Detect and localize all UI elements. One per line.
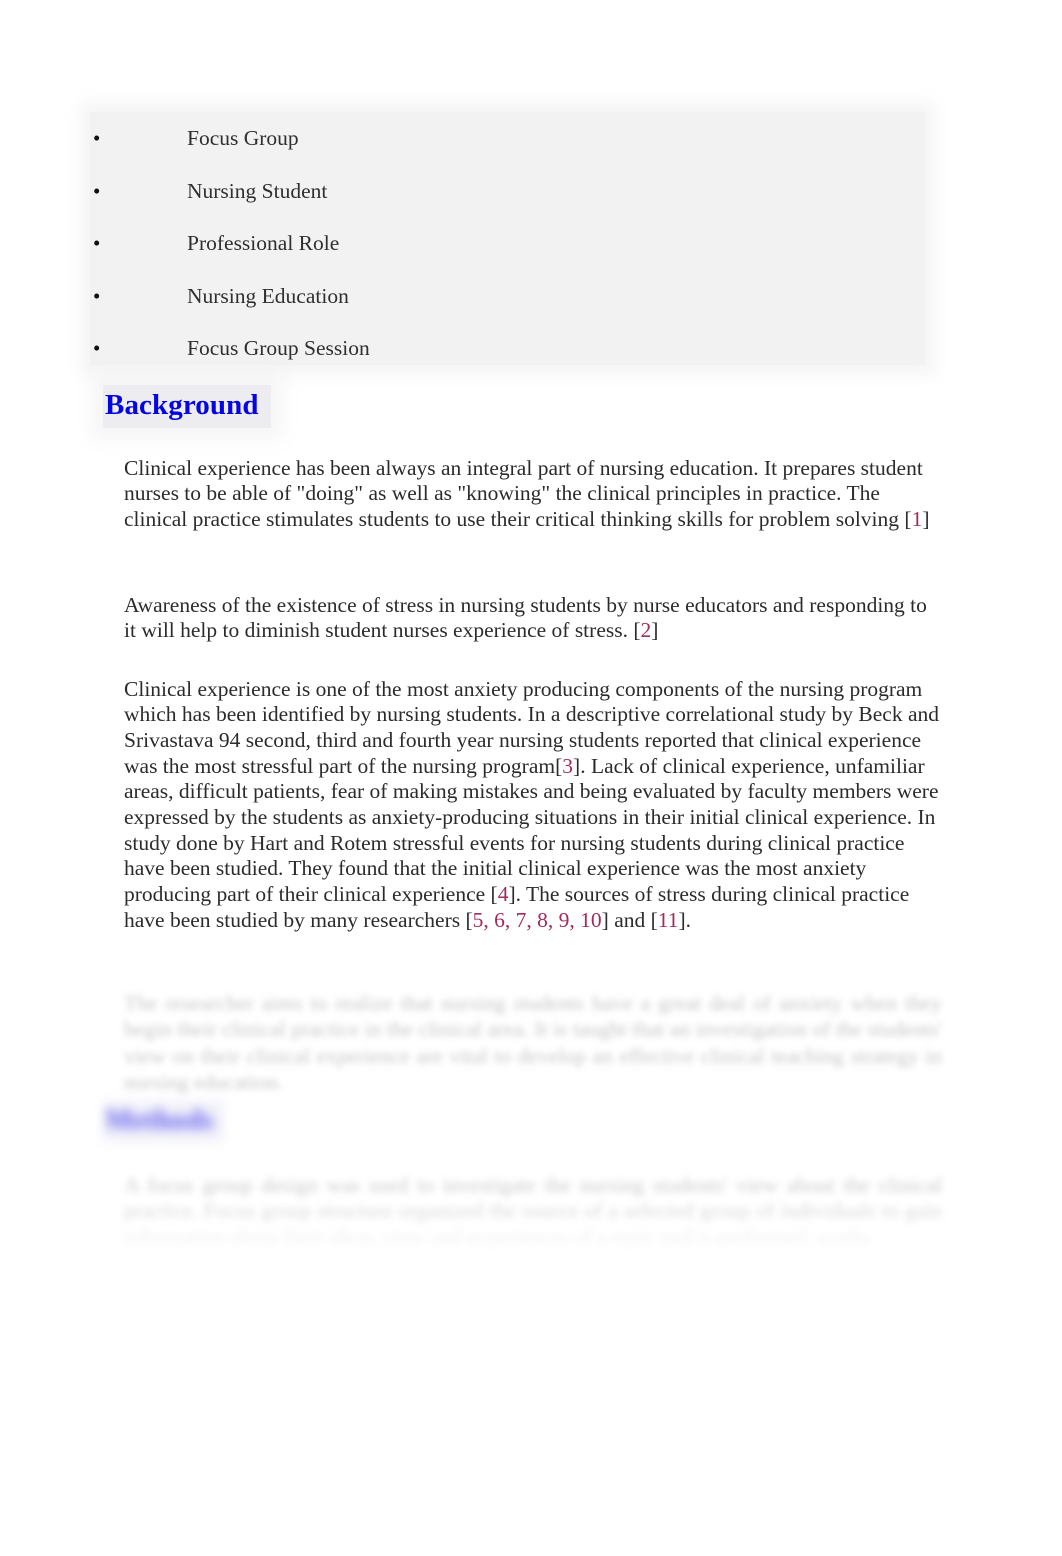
paragraph-1-text: Clinical experience has been always an i… [124,455,923,531]
section-heading-methods: Methods [103,1101,224,1142]
bullet-icon: • [93,231,101,255]
citation-reference[interactable]: 11 [658,908,679,932]
citation-bracket-open: [ [465,907,473,932]
citation-bracket-close: ] [508,882,516,907]
paragraph-3-text-d: and [608,907,651,932]
keyword-label: Focus Group Session [187,336,370,360]
list-item: • Nursing Education [90,270,950,323]
document-page: • Focus Group • Nursing Student • Profes… [0,0,1062,1556]
paragraph-5-obscured: A focus group design was used to investi… [124,1172,942,1250]
list-item: • Focus Group [90,112,950,165]
citation-bracket-open: [ [633,618,641,643]
citation-bracket-close: ] [922,506,930,531]
citation-reference[interactable]: 1 [912,507,923,531]
paragraph-1: Clinical experience has been always an i… [124,456,942,533]
citation-bracket-close: ] [678,907,686,932]
keyword-label: Nursing Student [187,178,328,203]
bullet-icon: • [93,126,101,150]
bullet-icon: • [93,336,101,360]
bullet-icon: • [93,283,101,308]
citation-reference[interactable]: 4 [498,882,509,906]
keyword-label: Professional Role [187,231,340,255]
citation-bracket-open: [ [650,907,658,932]
paragraph-3: Clinical experience is one of the most a… [124,677,942,934]
section-heading-background: Background [103,385,271,428]
keyword-label: Focus Group [187,126,299,150]
paragraph-2-text: Awareness of the existence of stress in … [124,592,927,643]
keyword-label: Nursing Education [187,283,349,308]
citation-reference[interactable]: 3 [562,754,573,778]
citation-bracket-open: [ [490,882,498,907]
bullet-icon: • [93,178,101,203]
paragraph-3-text-e: . [685,907,692,932]
list-item: • Nursing Student [90,165,950,218]
list-item: • Professional Role [90,217,950,270]
citation-bracket-open: [ [904,506,912,531]
citation-reference[interactable]: 2 [641,618,652,642]
paragraph-2: Awareness of the existence of stress in … [124,593,942,644]
keyword-list: • Focus Group • Nursing Student • Profes… [90,112,950,375]
citation-bracket-close: ] [651,618,659,643]
citation-reference-group[interactable]: 5, 6, 7, 8, 9, 10 [473,908,602,932]
paragraph-4-obscured: The researcher aims to realize that nurs… [124,990,942,1095]
citation-bracket-close: ] [601,907,609,932]
list-item: • Focus Group Session [90,322,950,375]
